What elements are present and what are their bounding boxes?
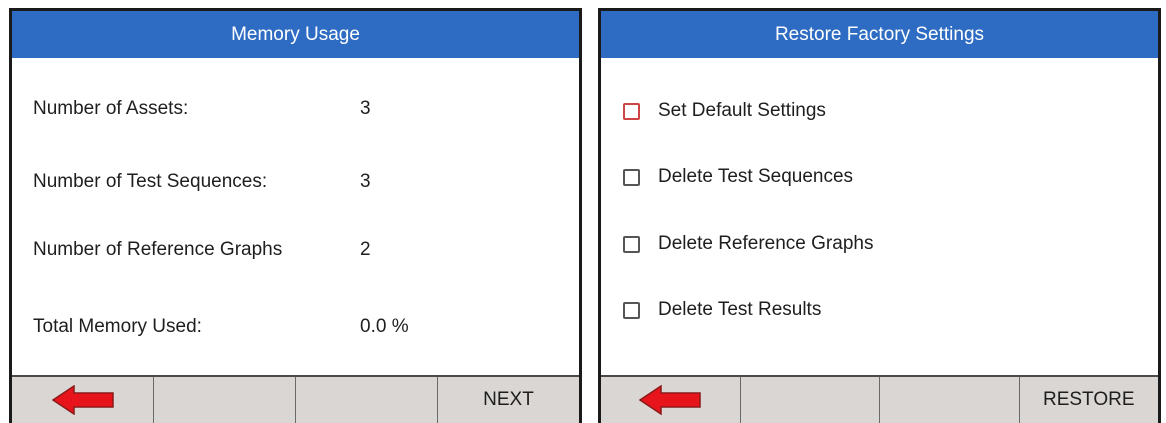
reference-graphs-value: 2 [360,239,371,260]
delete-test-results-checkbox[interactable] [623,301,640,319]
delete-test-sequences-checkbox[interactable] [623,168,640,186]
option-delete-reference-graphs[interactable]: Delete Reference Graphs [623,233,873,255]
red-left-arrow-icon [51,385,114,415]
back-button[interactable] [601,377,741,423]
next-button[interactable]: NEXT [438,377,579,423]
option-set-default-settings[interactable]: Set Default Settings [623,100,826,122]
softkey-2-empty[interactable] [741,377,880,423]
delete-test-results-label: Delete Test Results [658,299,822,320]
set-default-settings-checkbox[interactable] [623,102,640,120]
memory-usage-title: Memory Usage [12,11,579,58]
set-default-settings-label: Set Default Settings [658,100,826,121]
memory-used-label: Total Memory Used: [33,316,202,337]
test-sequences-label: Number of Test Sequences: [33,171,268,192]
restore-button[interactable]: RESTORE [1020,377,1159,423]
assets-value: 3 [360,98,371,119]
test-sequences-value: 3 [360,171,371,192]
back-button[interactable] [12,377,154,423]
softkey-3-empty[interactable] [296,377,438,423]
option-delete-test-results[interactable]: Delete Test Results [623,299,821,321]
restore-factory-softkey-bar: RESTORE [601,375,1158,423]
memory-used-value: 0.0 % [360,316,409,337]
reference-graphs-label: Number of Reference Graphs [33,239,283,260]
delete-reference-graphs-label: Delete Reference Graphs [658,233,874,254]
restore-factory-title: Restore Factory Settings [601,11,1158,58]
assets-label: Number of Assets: [33,98,189,119]
softkey-3-empty[interactable] [880,377,1020,423]
softkey-2-empty[interactable] [154,377,296,423]
delete-test-sequences-label: Delete Test Sequences [658,166,854,187]
restore-factory-screen: Restore Factory Settings Set Default Set… [598,8,1161,423]
memory-usage-screen: Memory Usage Number of Assets: 3 Number … [9,8,582,423]
red-left-arrow-icon [639,385,701,415]
delete-reference-graphs-checkbox[interactable] [623,235,640,253]
option-delete-test-sequences[interactable]: Delete Test Sequences [623,166,853,188]
memory-usage-softkey-bar: NEXT [12,375,579,423]
